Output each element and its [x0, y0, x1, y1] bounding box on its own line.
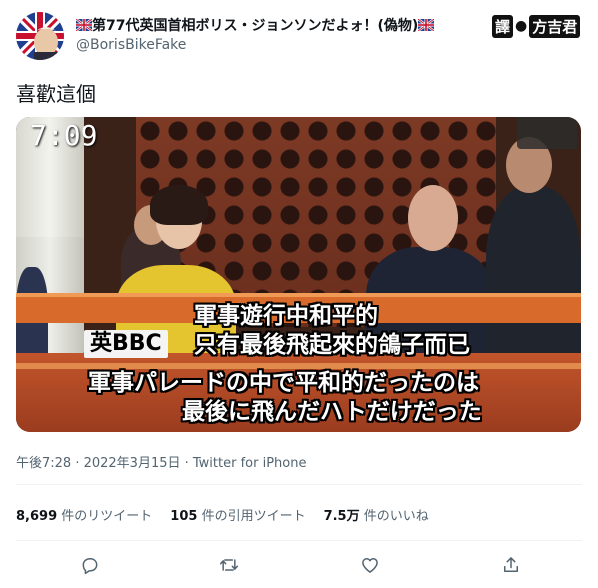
likes-stat[interactable]: 7.5万 件のいいね — [324, 505, 429, 524]
likes-count: 7.5万 — [323, 509, 360, 524]
retweets-stat[interactable]: 8,699 件のリツイート — [16, 505, 152, 524]
retweet-button[interactable] — [216, 552, 242, 578]
retweets-count: 8,699 — [16, 509, 58, 524]
person-right-background — [486, 187, 581, 367]
share-icon — [504, 557, 518, 572]
action-bar — [0, 548, 598, 580]
tweet-timestamp[interactable]: 午後7:28 · 2022年3月15日 · Twitter for iPhone — [16, 452, 306, 471]
quotes-stat[interactable]: 105 件の引用ツイート — [170, 505, 305, 524]
engagement-stats: 8,699 件のリツイート 105 件の引用ツイート 7.5万 件のいいね — [16, 505, 429, 524]
like-button[interactable] — [357, 552, 383, 578]
quotes-count: 105 — [170, 509, 198, 524]
reply-icon — [82, 558, 98, 575]
divider — [16, 540, 582, 541]
person-head — [408, 185, 458, 251]
dot-icon: ● — [515, 18, 528, 34]
translator-watermark: 譯 ● 方吉君 — [492, 14, 581, 38]
translator-name: 方吉君 — [529, 14, 581, 38]
tweet-text: 喜歡這個 — [16, 82, 96, 106]
person-hair — [150, 185, 208, 225]
tweet-media-image[interactable]: 7:09 軍事遊行中和平的 只有最後飛起來的鴿子而已 英BBC 軍事パレードの中… — [16, 117, 581, 432]
translator-stamp: 譯 — [492, 14, 514, 38]
retweet-icon — [219, 559, 239, 571]
display-name[interactable]: 第77代英国首相ボリス・ジョンソンだよォ！(偽物) — [75, 15, 436, 35]
clock-overlay: 7:09 — [30, 119, 98, 152]
divider — [16, 484, 582, 485]
avatar[interactable] — [16, 12, 64, 60]
likes-label: 件のいいね — [363, 509, 429, 524]
display-name-text: 第77代英国首相ボリス・ジョンソンだよォ！(偽物) — [92, 18, 419, 34]
source-label: 英BBC — [84, 330, 168, 358]
uk-flag-icon — [417, 18, 436, 32]
handle[interactable]: @BorisBikeFake — [76, 37, 186, 53]
retweets-label: 件のリツイート — [61, 509, 153, 524]
uk-flag-icon — [75, 18, 93, 32]
subtitle-japanese-line2: 最後に飛んだハトだけだった — [182, 399, 482, 425]
subtitle-chinese-line2: 只有最後飛起來的鴿子而已 — [194, 332, 470, 358]
reply-button[interactable] — [77, 552, 103, 578]
quotes-label: 件の引用ツイート — [201, 509, 306, 524]
heart-icon — [362, 558, 378, 573]
camera-icon — [517, 117, 577, 149]
share-button[interactable] — [498, 552, 524, 578]
